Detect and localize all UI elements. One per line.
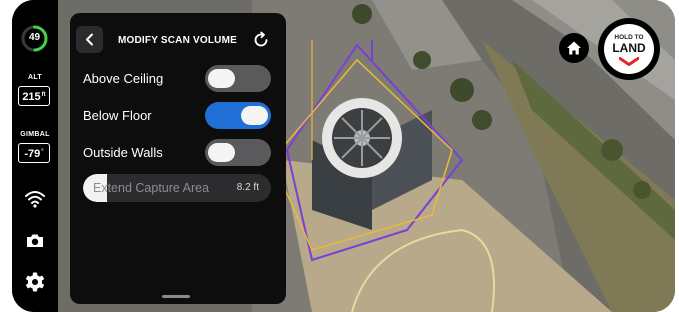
status-rail: 49 ALT 215ft GIMBAL -79° (12, 0, 58, 312)
chevron-left-icon (86, 33, 93, 46)
hold-to-land-button[interactable]: HOLD TO LAND (598, 18, 660, 80)
settings-gear-icon[interactable] (24, 271, 46, 293)
altitude-label: ALT (28, 74, 42, 81)
gimbal-value: -79 (24, 148, 41, 160)
extend-capture-value: 8.2 ft (236, 182, 259, 193)
modify-scan-volume-panel: MODIFY SCAN VOLUME Above Ceiling Below F… (70, 13, 286, 304)
gimbal-readout: -79° (18, 143, 50, 163)
battery-indicator: 49 (21, 25, 48, 52)
land-label: LAND (612, 41, 646, 55)
wifi-signal-icon[interactable] (24, 188, 46, 210)
altitude-value: 215 (22, 91, 41, 103)
outside-walls-label: Outside Walls (83, 145, 163, 160)
altitude-unit: ft (41, 92, 46, 98)
reset-icon (254, 31, 268, 47)
back-button[interactable] (76, 26, 103, 53)
camera-icon[interactable] (24, 230, 46, 252)
gimbal-label: GIMBAL (20, 131, 50, 138)
outside-walls-toggle[interactable] (205, 139, 271, 166)
extend-capture-label: Extend Capture Area (93, 181, 210, 195)
below-floor-label: Below Floor (83, 108, 152, 123)
below-floor-toggle[interactable] (205, 102, 271, 129)
return-home-button[interactable] (559, 33, 589, 63)
reset-button[interactable] (252, 31, 270, 49)
land-hint-label: HOLD TO (614, 34, 644, 41)
extend-capture-slider[interactable]: Extend Capture Area 8.2 ft (83, 174, 271, 202)
altitude-readout: 215ft (18, 86, 50, 106)
home-icon (567, 41, 581, 55)
chevron-down-icon (619, 57, 639, 66)
above-ceiling-toggle[interactable] (205, 65, 271, 92)
battery-value: 49 (28, 32, 41, 43)
toggle-knob (208, 143, 235, 162)
panel-drag-handle[interactable] (162, 295, 190, 298)
drone-flight-screen: 49 ALT 215ft GIMBAL -79° MODIFY SCAN VOL… (12, 0, 675, 312)
toggle-knob (208, 69, 235, 88)
panel-title: MODIFY SCAN VOLUME (118, 35, 237, 46)
land-button-face: HOLD TO LAND (604, 24, 654, 74)
toggle-knob (241, 106, 268, 125)
gimbal-unit: ° (41, 149, 44, 155)
above-ceiling-label: Above Ceiling (83, 71, 164, 86)
